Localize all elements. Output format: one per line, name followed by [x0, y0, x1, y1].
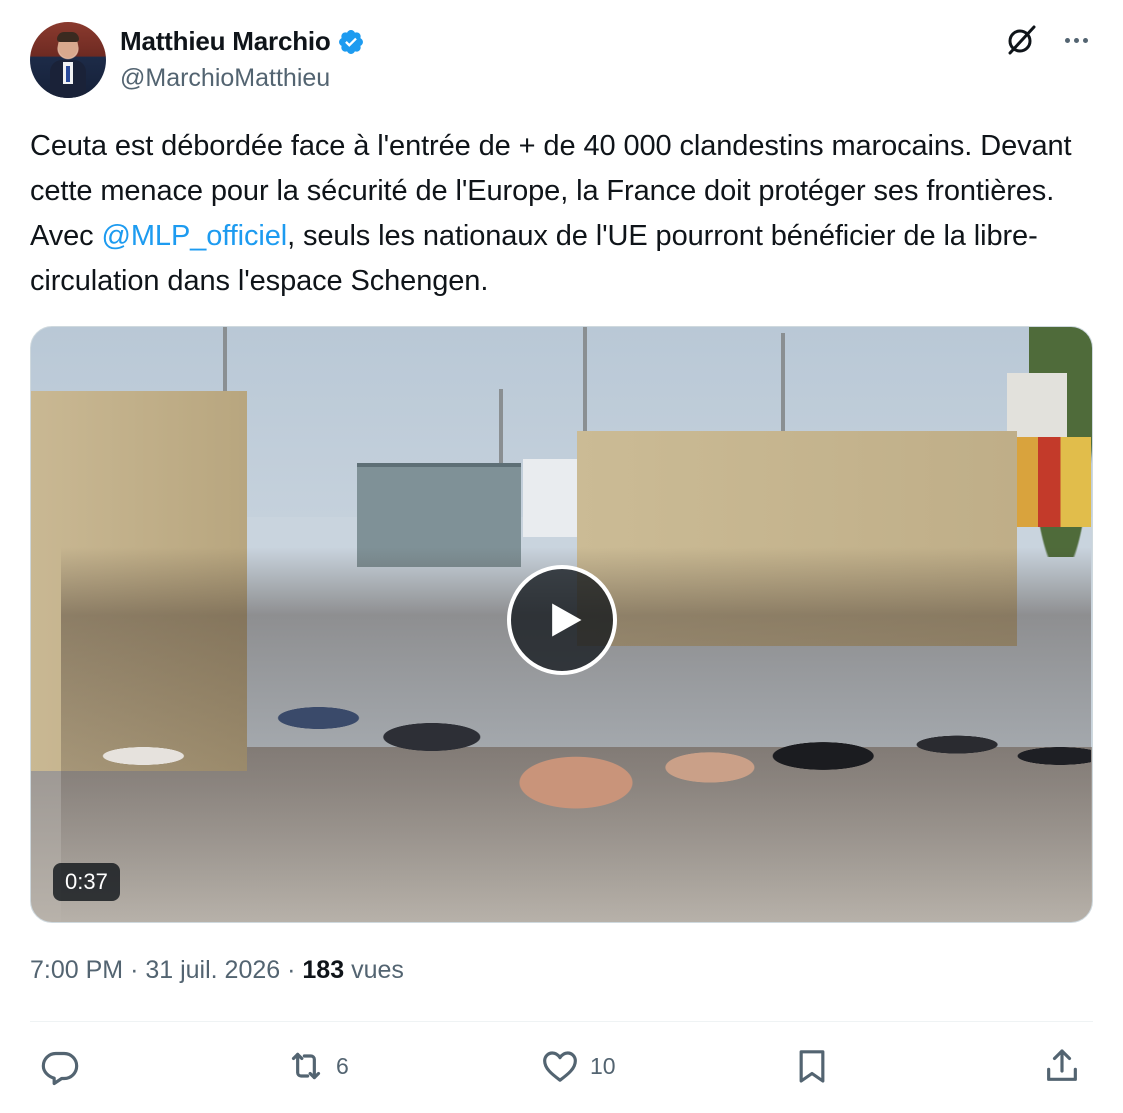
- share-button[interactable]: [1042, 1046, 1082, 1086]
- verified-badge-icon[interactable]: [337, 28, 365, 56]
- tweet-header: Matthieu Marchio @MarchioMatthieu: [30, 22, 1093, 100]
- tweet-time[interactable]: 7:00 PM: [30, 956, 123, 984]
- views-count: 183: [302, 956, 345, 984]
- mention-link[interactable]: @MLP_officiel: [102, 220, 288, 252]
- top-actions: [1003, 22, 1093, 58]
- retweet-button[interactable]: 6: [286, 1046, 349, 1086]
- retweet-count: 6: [336, 1052, 349, 1079]
- play-button[interactable]: [507, 565, 617, 675]
- action-bar: 6 10: [30, 1040, 1093, 1096]
- display-name[interactable]: Matthieu Marchio: [120, 26, 331, 57]
- name-row: Matthieu Marchio: [120, 26, 365, 57]
- tweet-date[interactable]: 31 juil. 2026: [145, 956, 280, 984]
- like-count: 10: [590, 1052, 616, 1079]
- meta-separator: ·: [130, 956, 139, 984]
- share-icon: [1047, 1049, 1077, 1081]
- divider: [30, 1021, 1093, 1022]
- play-icon: [552, 603, 582, 637]
- reply-button[interactable]: [40, 1046, 80, 1086]
- handle[interactable]: @MarchioMatthieu: [120, 64, 330, 93]
- more-icon[interactable]: [1059, 23, 1093, 57]
- avatar-hair: [57, 32, 79, 42]
- avatar-tie: [66, 66, 70, 82]
- heart-icon: [543, 1051, 577, 1082]
- retweet-icon: [291, 1052, 321, 1080]
- video-player[interactable]: 0:37: [30, 326, 1093, 923]
- bookmark-icon: [799, 1050, 825, 1083]
- grok-icon[interactable]: [1003, 22, 1039, 58]
- video-duration: 0:37: [53, 863, 120, 901]
- meta-separator: ·: [287, 956, 296, 984]
- like-button[interactable]: 10: [540, 1046, 616, 1086]
- views-label: vues: [351, 956, 404, 984]
- bookmark-button[interactable]: [792, 1046, 832, 1086]
- avatar[interactable]: [30, 22, 106, 98]
- video-pole: [583, 327, 587, 437]
- video-hut: [523, 459, 579, 537]
- tweet-meta: 7:00 PM · 31 juil. 2026 · 183 vues: [30, 956, 404, 985]
- reply-icon: [41, 1051, 79, 1086]
- tweet-text: Ceuta est débordée face à l'entrée de + …: [30, 124, 1093, 304]
